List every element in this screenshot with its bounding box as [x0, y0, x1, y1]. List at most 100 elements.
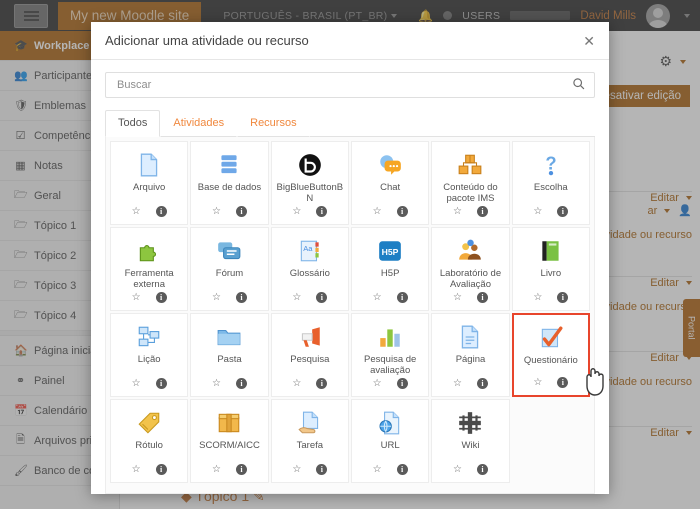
activity-tile-laborat-rio-de-avalia-o[interactable]: Laboratório de Avaliação ☆ i	[431, 227, 510, 311]
activity-tile-empty	[511, 399, 590, 483]
info-icon[interactable]: i	[235, 206, 247, 217]
star-outline-icon[interactable]: ☆	[373, 292, 382, 303]
activity-tile-label: Questionário	[523, 355, 578, 366]
tab-todos[interactable]: Todos	[105, 110, 161, 137]
star-outline-icon[interactable]: ☆	[533, 292, 542, 303]
info-icon[interactable]: i	[476, 292, 488, 303]
activity-tile-conte-do-do-pacote-ims[interactable]: Conteúdo do pacote IMS ☆ i	[431, 141, 510, 225]
activity-tile-arquivo[interactable]: Arquivo ☆ i	[110, 141, 189, 225]
activity-tile-actions: ☆ i	[272, 464, 348, 475]
star-outline-icon[interactable]: ☆	[533, 206, 542, 217]
star-outline-icon[interactable]: ☆	[292, 206, 301, 217]
info-icon[interactable]: i	[396, 206, 408, 217]
info-icon[interactable]: i	[557, 292, 569, 303]
star-outline-icon[interactable]: ☆	[212, 378, 221, 389]
star-outline-icon[interactable]: ☆	[132, 464, 141, 475]
info-icon[interactable]: i	[316, 464, 328, 475]
activity-tile-actions: ☆ i	[432, 378, 508, 389]
search-input[interactable]	[115, 78, 572, 92]
activity-tile-ferramenta-externa[interactable]: Ferramenta externa ☆ i	[110, 227, 189, 311]
activity-tile-chat[interactable]: Chat ☆ i	[351, 141, 430, 225]
info-icon[interactable]: i	[155, 378, 167, 389]
info-icon[interactable]: i	[557, 377, 569, 388]
star-outline-icon[interactable]: ☆	[132, 206, 141, 217]
tab-atividades[interactable]: Atividades	[160, 110, 238, 137]
question-mark-icon: ?	[538, 151, 564, 179]
star-outline-icon[interactable]: ☆	[373, 464, 382, 475]
info-icon[interactable]: i	[316, 292, 328, 303]
activity-tile-actions: ☆ i	[432, 206, 508, 217]
activity-tile-pesquisa-de-avalia-o[interactable]: Pesquisa de avaliação ☆ i	[351, 313, 430, 397]
tab-recursos[interactable]: Recursos	[237, 110, 310, 137]
star-outline-icon[interactable]: ☆	[373, 378, 382, 389]
activity-tile-question-rio[interactable]: Questionário ☆ i	[511, 313, 590, 397]
workshop-icon	[457, 237, 483, 265]
star-outline-icon[interactable]: ☆	[212, 464, 221, 475]
activity-tile-r-tulo[interactable]: Rótulo ☆ i	[110, 399, 189, 483]
info-icon[interactable]: i	[396, 292, 408, 303]
star-outline-icon[interactable]: ☆	[453, 464, 462, 475]
star-outline-icon[interactable]: ☆	[132, 378, 141, 389]
close-icon[interactable]: ✕	[583, 34, 595, 48]
url-globe-icon	[377, 409, 403, 437]
star-outline-icon[interactable]: ☆	[292, 378, 301, 389]
activity-tile-actions: ☆ i	[111, 378, 187, 389]
activity-tile-scorm-aicc[interactable]: SCORM/AICC ☆ i	[190, 399, 269, 483]
wiki-icon	[457, 409, 483, 437]
star-outline-icon[interactable]: ☆	[292, 292, 301, 303]
chat-bubble-icon	[377, 151, 403, 179]
star-outline-icon[interactable]: ☆	[292, 464, 301, 475]
star-outline-icon[interactable]: ☆	[453, 206, 462, 217]
activity-tile-tarefa[interactable]: Tarefa ☆ i	[270, 399, 349, 483]
info-icon[interactable]: i	[396, 464, 408, 475]
info-icon[interactable]: i	[155, 292, 167, 303]
activity-tile-p-gina[interactable]: Página ☆ i	[431, 313, 510, 397]
activity-tile-pesquisa[interactable]: Pesquisa ☆ i	[270, 313, 349, 397]
info-icon[interactable]: i	[476, 464, 488, 475]
activity-tile-livro[interactable]: Livro ☆ i	[511, 227, 590, 311]
info-icon[interactable]: i	[476, 206, 488, 217]
activity-tile-actions: ☆ i	[352, 378, 428, 389]
activity-tile-actions: ☆ i	[352, 464, 428, 475]
activity-tile-label: Escolha	[533, 182, 568, 193]
activity-tile-escolha[interactable]: ? Escolha ☆ i	[511, 141, 590, 225]
star-outline-icon[interactable]: ☆	[212, 206, 221, 217]
info-icon[interactable]: i	[557, 206, 569, 217]
star-outline-icon[interactable]: ☆	[453, 378, 462, 389]
activity-tile-li-o[interactable]: Lição ☆ i	[110, 313, 189, 397]
star-outline-icon[interactable]: ☆	[212, 292, 221, 303]
activity-tile-h5p[interactable]: H5P H5P ☆ i	[351, 227, 430, 311]
activity-tile-actions: ☆ i	[514, 377, 588, 388]
star-outline-icon[interactable]: ☆	[132, 292, 141, 303]
search-icon[interactable]	[572, 77, 585, 93]
activity-tile-f-rum[interactable]: Fórum ☆ i	[190, 227, 269, 311]
info-icon[interactable]: i	[155, 464, 167, 475]
info-icon[interactable]: i	[235, 292, 247, 303]
info-icon[interactable]: i	[316, 206, 328, 217]
activity-tile-url[interactable]: URL ☆ i	[351, 399, 430, 483]
svg-text:Aa: Aa	[303, 244, 313, 253]
megaphone-icon	[297, 323, 323, 351]
info-icon[interactable]: i	[235, 464, 247, 475]
activity-tile-pasta[interactable]: Pasta ☆ i	[190, 313, 269, 397]
activity-tile-wiki[interactable]: Wiki ☆ i	[431, 399, 510, 483]
search-box[interactable]	[105, 72, 595, 98]
star-outline-icon[interactable]: ☆	[533, 377, 542, 388]
info-icon[interactable]: i	[316, 378, 328, 389]
label-tag-icon	[136, 409, 162, 437]
activity-tile-actions: ☆ i	[272, 206, 348, 217]
info-icon[interactable]: i	[235, 378, 247, 389]
activity-tile-gloss-rio[interactable]: Aa Glossário ☆ i	[270, 227, 349, 311]
info-icon[interactable]: i	[476, 378, 488, 389]
forum-icon	[216, 237, 242, 265]
activity-tile-label: Rótulo	[135, 440, 163, 451]
activity-tile-actions: ☆ i	[111, 292, 187, 303]
activity-tile-actions: ☆ i	[352, 206, 428, 217]
star-outline-icon[interactable]: ☆	[453, 292, 462, 303]
star-outline-icon[interactable]: ☆	[373, 206, 382, 217]
activity-grid-area: Arquivo ☆ i Base de dados ☆ i BigBlueButtonBN ☆…	[105, 137, 595, 494]
activity-tile-bigbluebuttonbn[interactable]: BigBlueButtonBN ☆ i	[270, 141, 349, 225]
info-icon[interactable]: i	[396, 378, 408, 389]
activity-tile-base-de-dados[interactable]: Base de dados ☆ i	[190, 141, 269, 225]
info-icon[interactable]: i	[155, 206, 167, 217]
